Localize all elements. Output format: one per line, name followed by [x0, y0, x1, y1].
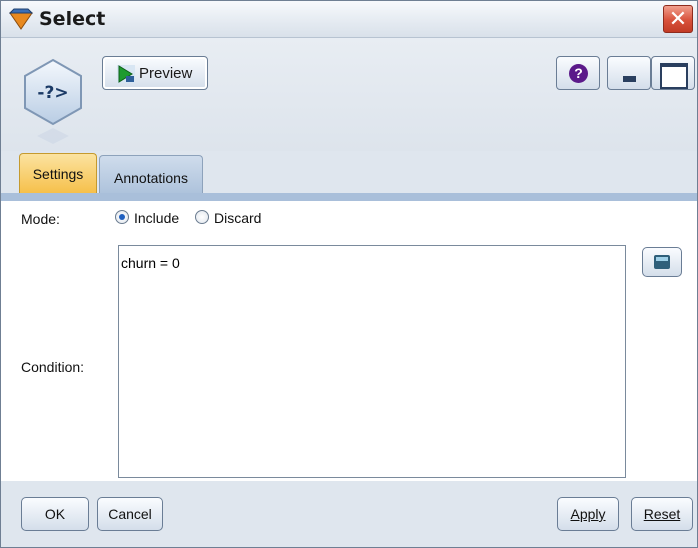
discard-radio[interactable] [195, 210, 209, 224]
minimize-button[interactable] [607, 56, 651, 90]
close-button[interactable]: ✕ [663, 5, 693, 33]
expression-builder-button[interactable] [642, 247, 682, 277]
condition-label: Condition: [21, 359, 85, 375]
tab-strip-divider [1, 193, 697, 201]
node-glyph: -?> [37, 83, 68, 103]
preview-label: Preview [139, 65, 193, 82]
calculator-icon [654, 255, 670, 269]
window-title: Select [39, 8, 106, 30]
select-node-large-icon: -?> [24, 58, 82, 144]
title-bar: Select ✕ [1, 1, 697, 38]
ok-button[interactable]: OK [21, 497, 89, 531]
cancel-button[interactable]: Cancel [97, 497, 163, 531]
help-button[interactable]: ? [556, 56, 600, 90]
preview-button[interactable]: Preview [102, 56, 208, 90]
close-icon: ✕ [668, 6, 688, 31]
mode-label: Mode: [21, 211, 60, 227]
tab-annotations[interactable]: Annotations [99, 155, 203, 193]
help-icon: ? [569, 64, 588, 83]
maximize-icon [660, 63, 688, 89]
toolbar: -?> Preview ? [1, 38, 697, 151]
minimize-icon [623, 76, 636, 82]
select-node-icon [9, 8, 33, 30]
apply-button[interactable]: Apply [557, 497, 619, 531]
discard-radio-label[interactable]: Discard [214, 210, 261, 226]
button-bar: OK Cancel Apply Reset [1, 481, 697, 547]
include-radio[interactable] [115, 210, 129, 224]
preview-play-icon [117, 65, 135, 83]
condition-input[interactable]: churn = 0 [118, 245, 626, 478]
select-dialog: Select ✕ -?> Preview ? Settings Annotati… [0, 0, 698, 548]
reset-button[interactable]: Reset [631, 497, 693, 531]
settings-panel: Mode: Include Discard Condition: churn =… [1, 201, 697, 481]
maximize-button[interactable] [651, 56, 695, 90]
tab-settings[interactable]: Settings [19, 153, 97, 193]
include-radio-label[interactable]: Include [134, 210, 179, 226]
